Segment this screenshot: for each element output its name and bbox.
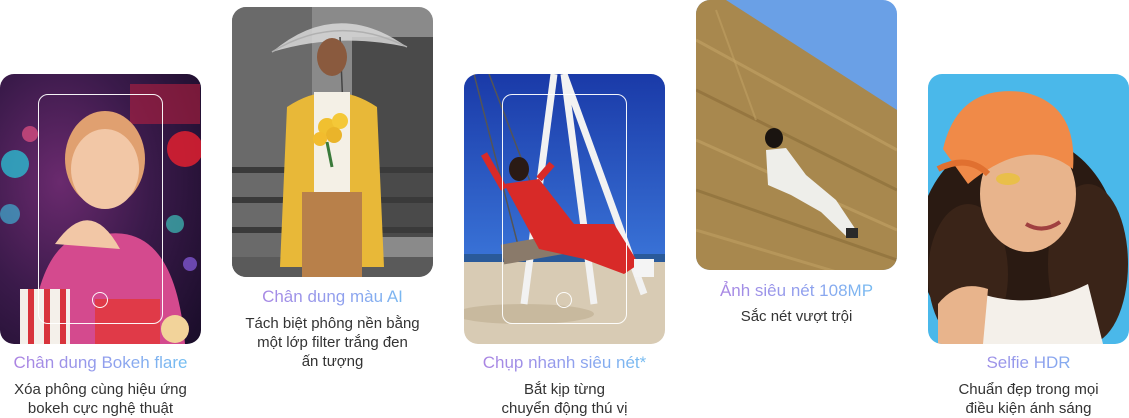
shutter-icon <box>556 292 572 308</box>
feature-title: Chụp nhanh siêu nét* <box>464 353 665 373</box>
feature-description: Chuẩn đẹp trong mọi điều kiện ánh sáng <box>928 380 1129 418</box>
bokeh-portrait-photo <box>0 74 201 344</box>
fast-shot-photo <box>464 74 665 344</box>
feature-description: Xóa phông cùng hiệu ứng bokeh cực nghệ t… <box>0 380 201 418</box>
camera-frame <box>38 94 163 324</box>
description-line: điều kiện ánh sáng <box>965 400 1092 417</box>
feature-description: Bắt kịp từng chuyển động thú vị <box>464 380 665 418</box>
description-line: Tách biệt phông nền bằng <box>245 315 420 332</box>
shutter-icon <box>92 292 108 308</box>
camera-frame <box>502 94 627 324</box>
high-resolution-photo <box>696 0 897 270</box>
description-line: Bắt kịp từng <box>524 381 605 398</box>
feature-description: Sắc nét vượt trội <box>696 307 897 326</box>
selfie-hdr-photo <box>928 74 1129 344</box>
description-line: ấn tượng <box>301 353 364 370</box>
description-line: Xóa phông cùng hiệu ứng <box>14 381 187 398</box>
description-line: Chuẩn đẹp trong mọi <box>958 381 1099 398</box>
feature-title: Chân dung màu AI <box>232 287 433 307</box>
description-line: chuyển động thú vị <box>501 400 628 417</box>
description-line: một lớp filter trắng đen <box>257 334 408 351</box>
feature-title: Selfie HDR <box>928 353 1129 373</box>
feature-title: Chân dung Bokeh flare <box>0 353 201 373</box>
feature-description: Tách biệt phông nền bằng một lớp filter … <box>232 314 433 371</box>
feature-title: Ảnh siêu nét 108MP <box>696 281 897 301</box>
ai-color-portrait-photo <box>232 7 433 277</box>
description-line: bokeh cực nghệ thuật <box>27 400 174 417</box>
description-line: Sắc nét vượt trội <box>740 308 853 325</box>
